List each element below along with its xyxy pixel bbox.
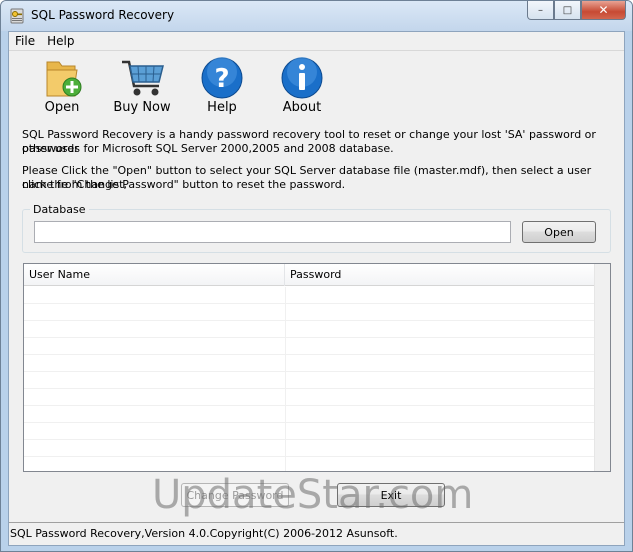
- menu-bar: File Help: [9, 32, 624, 51]
- app-window: SQL Password Recovery – □ ✕ File Help Op…: [0, 0, 633, 552]
- shopping-cart-icon: [122, 60, 164, 96]
- app-key-icon: [10, 8, 24, 24]
- maximize-button[interactable]: □: [554, 1, 581, 20]
- help-tool-button[interactable]: ? Help: [187, 56, 257, 118]
- column-divider: [285, 287, 286, 471]
- user-list[interactable]: User Name Password: [23, 263, 611, 472]
- window-title: SQL Password Recovery: [31, 8, 175, 22]
- description-line-2: passwords for Microsoft SQL Server 2000,…: [22, 142, 394, 155]
- list-row: [24, 389, 596, 406]
- list-header: User Name Password: [24, 264, 610, 286]
- list-row: [24, 372, 596, 389]
- list-scrollbar[interactable]: [594, 264, 610, 471]
- help-tool-label: Help: [207, 100, 237, 115]
- list-row: [24, 355, 596, 372]
- list-row: [24, 321, 596, 338]
- database-path-input[interactable]: [34, 221, 511, 243]
- menu-help[interactable]: Help: [41, 34, 80, 48]
- list-body: [24, 287, 610, 471]
- list-row: [24, 304, 596, 321]
- info-icon: [281, 57, 323, 99]
- open-tool-label: Open: [44, 100, 80, 115]
- database-label: Database: [30, 203, 89, 216]
- client-area: File Help Open Buy Now ? Help About SQL …: [8, 31, 625, 546]
- about-tool-button[interactable]: About: [267, 56, 337, 118]
- change-password-button[interactable]: Change Password: [181, 483, 289, 507]
- minimize-button[interactable]: –: [527, 1, 554, 20]
- database-open-button[interactable]: Open: [522, 221, 596, 243]
- column-password[interactable]: Password: [285, 264, 595, 286]
- about-tool-label: About: [282, 100, 322, 115]
- svg-text:?: ?: [214, 64, 229, 94]
- close-button[interactable]: ✕: [581, 1, 626, 20]
- status-bar: SQL Password Recovery,Version 4.0.Copyri…: [9, 522, 624, 545]
- open-tool-button[interactable]: Open: [27, 56, 97, 118]
- list-row: [24, 406, 596, 423]
- exit-button[interactable]: Exit: [337, 483, 445, 507]
- list-row: [24, 338, 596, 355]
- folder-add-icon: [46, 61, 82, 97]
- title-bar[interactable]: SQL Password Recovery – □ ✕: [1, 1, 632, 31]
- menu-file[interactable]: File: [9, 34, 41, 48]
- toolbar: Open Buy Now ? Help About: [9, 52, 624, 120]
- help-question-icon: ?: [201, 57, 243, 99]
- buy-now-tool-label: Buy Now: [113, 100, 171, 115]
- column-user-name[interactable]: User Name: [24, 264, 285, 286]
- buy-now-tool-button[interactable]: Buy Now: [107, 56, 177, 118]
- list-row: [24, 423, 596, 440]
- description-line-4: click the "Change Password" button to re…: [22, 178, 346, 191]
- list-row: [24, 287, 596, 304]
- list-row: [24, 440, 596, 457]
